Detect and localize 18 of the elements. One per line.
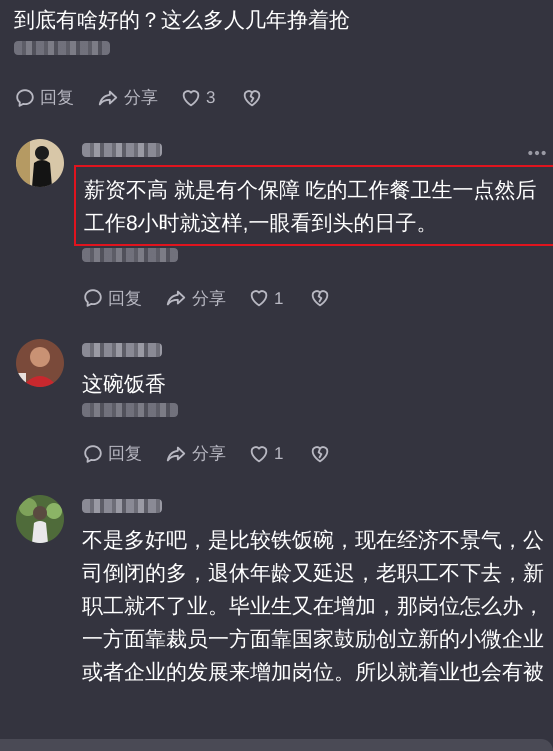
comment-icon — [14, 86, 36, 109]
share-button[interactable]: 分享 — [164, 286, 226, 311]
share-button[interactable]: 分享 — [164, 441, 226, 466]
reply-button[interactable]: 回复 — [82, 441, 142, 466]
like-button[interactable]: 3 — [180, 85, 216, 110]
comment-icon — [82, 442, 104, 465]
like-button[interactable]: 1 — [248, 441, 284, 466]
like-button[interactable]: 1 — [248, 286, 284, 311]
comment-text: 薪资不高 就是有个保障 吃的工作餐卫生一点然后工作8小时就这样,一眼看到头的日子。 — [84, 178, 538, 236]
post-text: 到底有啥好的？这么多人几年挣着抢 — [14, 8, 351, 34]
reply-button[interactable]: 回复 — [82, 286, 142, 311]
comment-text: 这碗饭香 — [82, 372, 167, 398]
more-button[interactable] — [527, 148, 547, 156]
comment-icon — [82, 287, 104, 310]
share-button[interactable]: 分享 — [96, 85, 158, 110]
more-icon — [527, 148, 547, 156]
reply-button[interactable]: 回复 — [14, 85, 74, 110]
comment-text: 不是多好吧，是比较铁饭碗，现在经济不景气，公司倒闭的多，退休年龄又延迟，老职工不下去，新职工就不了业。毕业生又在增加，那岗位怎么办，一方面靠裁员一方面靠国家鼓励创立新的小微企业或者企业的发展来增加岗位。所以就着业也会有被 — [82, 528, 545, 686]
